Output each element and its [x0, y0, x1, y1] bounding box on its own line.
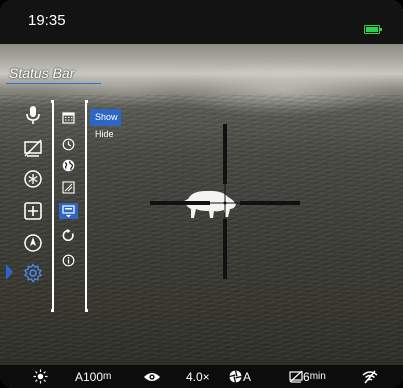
panel-corner — [51, 309, 54, 312]
eye-icon — [143, 369, 161, 384]
reset-icon[interactable] — [62, 229, 75, 242]
range-unit: m — [103, 371, 112, 382]
brightness-sun-icon — [33, 369, 48, 384]
range-readout: A100 m — [75, 369, 111, 384]
title-underline — [6, 83, 101, 84]
panel-corner — [51, 100, 54, 103]
clock-icon[interactable] — [62, 138, 75, 151]
status-bar-icon[interactable] — [59, 203, 78, 219]
clock-time: 19:35 — [28, 12, 66, 29]
option-list: Show Hide — [90, 109, 121, 143]
bottom-status-bar: A100 m 4.0× A 6 min — [0, 365, 403, 388]
snowflake-mode-icon[interactable] — [22, 168, 44, 190]
aperture-calibration-icon — [228, 369, 243, 384]
display-off-icon — [289, 370, 303, 383]
calibration-readout: A — [228, 369, 251, 384]
range-value: A100 — [75, 369, 104, 384]
display-off-unit: min — [309, 371, 326, 382]
reticle-crosshair — [150, 124, 300, 279]
battery-full-icon — [364, 25, 382, 34]
panel-left-border — [52, 102, 54, 311]
settings-gear-icon[interactable] — [22, 262, 44, 284]
plus-box-icon[interactable] — [22, 200, 44, 222]
display-off-time: 6 — [303, 369, 310, 384]
panel-right-border — [85, 102, 87, 311]
selected-indicator-arrow — [6, 264, 13, 280]
viewfinder-screen: 19:35 Status Bar Show Hide A100 m 4.0× A… — [0, 0, 403, 388]
wifi-off-icon — [362, 369, 378, 384]
top-status-bar: 19:35 — [0, 0, 403, 44]
calibration-mode: A — [243, 369, 252, 384]
display-off-icon[interactable] — [22, 137, 44, 159]
compass-calibration-icon[interactable] — [62, 181, 75, 194]
microphone-icon[interactable] — [22, 104, 44, 126]
panel-corner — [85, 100, 88, 103]
globe-language-icon[interactable] — [62, 159, 75, 172]
calendar-icon[interactable] — [62, 111, 75, 124]
display-off-timer: 6 min — [289, 369, 326, 384]
menu-section-title: Status Bar — [9, 65, 75, 81]
zoom-readout: 4.0× — [186, 369, 210, 384]
panel-corner — [85, 309, 88, 312]
compass-icon[interactable] — [22, 232, 44, 254]
info-icon[interactable] — [62, 254, 75, 267]
option-show[interactable]: Show — [90, 109, 121, 126]
zoom-value: 4.0× — [186, 369, 210, 384]
option-hide[interactable]: Hide — [90, 126, 121, 143]
